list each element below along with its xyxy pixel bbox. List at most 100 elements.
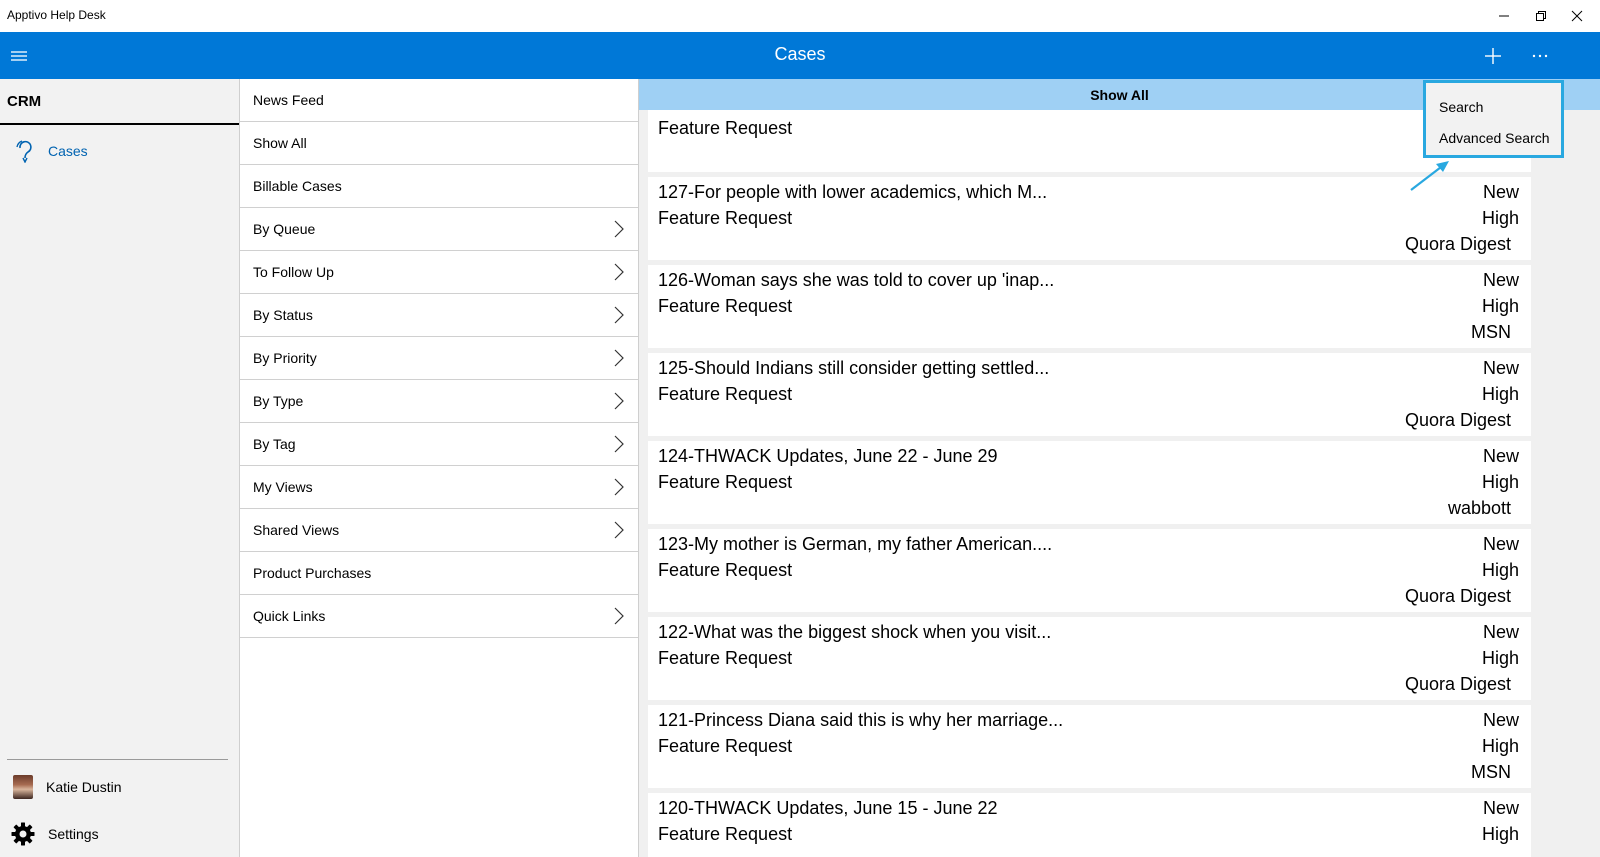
menu-item-label: Show All [253,135,307,151]
case-title: 121-Princess Diana said this is why her … [658,710,1064,730]
case-status: New [1482,270,1519,290]
case-status: New [1482,182,1519,202]
sidebar-divider [7,759,228,760]
chevron-right-icon [614,263,624,281]
menu-item-label: By Type [253,393,304,409]
menu-item-by-priority[interactable]: By Priority [240,337,638,380]
sidebar-item-label: Cases [48,143,88,159]
case-card-partial[interactable]: Feature Request [648,110,1531,172]
chevron-right-icon [614,521,624,539]
case-source: Quora Digest [1404,674,1511,694]
advanced-search-menu-item[interactable]: Advanced Search [1439,130,1550,146]
case-card[interactable]: 123-My mother is German, my father Ameri… [648,529,1531,612]
restore-button[interactable] [1527,0,1554,32]
annotation-arrow-icon [1410,161,1449,191]
case-list: Show All Feature Request 127-For people … [639,79,1600,857]
ellipsis-icon [1532,54,1548,57]
case-type: Feature Request [658,736,793,756]
plus-icon [1485,47,1501,64]
more-options-button[interactable] [1517,32,1563,79]
case-priority: High [1481,208,1519,228]
close-icon [1571,10,1583,22]
case-card[interactable]: 125-Should Indians still consider gettin… [648,353,1531,436]
menu-item-by-type[interactable]: By Type [240,380,638,423]
sidebar-section-title: CRM [0,79,239,125]
menu-item-label: To Follow Up [253,264,334,280]
case-source: Quora Digest [1404,410,1511,430]
case-type: Feature Request [658,824,793,844]
chevron-right-icon [614,607,624,625]
app-title: Apptivo Help Desk [7,8,106,22]
menu-item-label: By Queue [253,221,316,237]
menu-item-news-feed[interactable]: News Feed [240,79,638,122]
menu-item-my-views[interactable]: My Views [240,466,638,509]
search-menu-item[interactable]: Search [1439,99,1483,115]
restore-icon [1535,11,1546,21]
more-options-menu: Search Advanced Search [1423,80,1564,158]
case-card[interactable]: 126-Woman says she was told to cover up … [648,265,1531,348]
case-priority: High [1481,736,1519,756]
menu-item-product-purchases[interactable]: Product Purchases [240,552,638,595]
case-title: 124-THWACK Updates, June 22 - June 29 [658,446,998,466]
menu-item-label: My Views [253,479,313,495]
case-card[interactable]: 122-What was the biggest shock when you … [648,617,1531,700]
case-title: 126-Woman says she was told to cover up … [658,270,1055,290]
user-name: Katie Dustin [46,779,122,795]
menu-item-label: Quick Links [253,608,326,624]
case-status: New [1482,710,1519,730]
menu-item-quick-links[interactable]: Quick Links [240,595,638,638]
case-title: 120-THWACK Updates, June 15 - June 22 [658,798,998,818]
avatar [13,775,33,799]
menu-item-label: News Feed [253,92,324,108]
gear-icon [11,822,35,846]
case-card[interactable]: 124-THWACK Updates, June 22 - June 29 Fea… [648,441,1531,524]
sidebar-item-cases[interactable]: Cases [0,134,239,168]
menu-item-by-tag[interactable]: By Tag [240,423,638,466]
window-title-bar: Apptivo Help Desk [0,0,1600,32]
case-source: MSN [1471,322,1511,342]
user-profile[interactable]: Katie Dustin [0,772,239,802]
case-priority: High [1481,384,1519,404]
cases-icon [16,140,32,163]
case-card[interactable]: 120-THWACK Updates, June 15 - June 22 Fea… [648,793,1531,857]
menu-item-by-queue[interactable]: By Queue [240,208,638,251]
case-status: New [1482,798,1519,818]
case-source: Quora Digest [1404,234,1511,254]
case-status: New [1482,534,1519,554]
menu-item-to-follow-up[interactable]: To Follow Up [240,251,638,294]
case-priority: High [1481,824,1519,844]
chevron-right-icon [614,349,624,367]
chevron-right-icon [614,306,624,324]
menu-item-show-all[interactable]: Show All [240,122,638,165]
minimize-icon [1499,15,1509,17]
menu-item-label: Product Purchases [253,565,372,581]
settings-button[interactable]: Settings [0,819,239,849]
page-title: Cases [774,44,826,64]
add-case-button[interactable] [1470,32,1516,79]
close-window-button[interactable] [1554,0,1600,32]
case-type: Feature Request [658,118,793,138]
menu-item-label: By Status [253,307,313,323]
menu-item-label: By Tag [253,436,296,452]
case-title: 123-My mother is German, my father Ameri… [658,534,1053,554]
chevron-right-icon [614,435,624,453]
case-card[interactable]: 121-Princess Diana said this is why her … [648,705,1531,788]
menu-item-by-status[interactable]: By Status [240,294,638,337]
case-type: Feature Request [658,296,793,316]
minimize-button[interactable] [1481,0,1527,32]
menu-item-billable-cases[interactable]: Billable Cases [240,165,638,208]
case-source: wabbott [1447,498,1511,518]
case-status: New [1482,622,1519,642]
case-status: New [1482,446,1519,466]
case-card[interactable]: 127-For people with lower academics, whi… [648,177,1531,260]
case-priority: High [1481,560,1519,580]
filter-menu: News Feed Show All Billable Cases By Queue T… [240,79,639,857]
settings-label: Settings [48,826,99,842]
menu-item-shared-views[interactable]: Shared Views [240,509,638,552]
case-type: Feature Request [658,384,793,404]
app-header: Cases [0,32,1600,79]
case-type: Feature Request [658,472,793,492]
case-source: Quora Digest [1404,586,1511,606]
case-type: Feature Request [658,208,793,228]
case-title: 127-For people with lower academics, whi… [658,182,1048,202]
